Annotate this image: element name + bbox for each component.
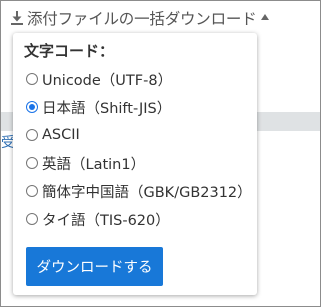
download-button[interactable]: ダウンロードする xyxy=(26,247,163,286)
option-label: 簡体字中国語（GBK/GB2312） xyxy=(42,184,252,201)
option-label: Unicode（UTF-8） xyxy=(42,72,173,89)
option-label: ASCII xyxy=(42,127,80,143)
encoding-options: Unicode（UTF-8） 日本語（Shift-JIS） ASCII 英語（L… xyxy=(26,65,252,233)
popup-title: 文字コード： xyxy=(24,42,115,60)
toolbar: 添付ファイルの一括ダウンロード xyxy=(1,1,320,34)
radio-button[interactable] xyxy=(26,185,38,197)
option-thai-tis620[interactable]: タイ語（TIS-620） xyxy=(26,205,252,233)
option-label: タイ語（TIS-620） xyxy=(42,212,170,229)
option-unicode-utf8[interactable]: Unicode（UTF-8） xyxy=(26,65,252,93)
option-label: 英語（Latin1） xyxy=(42,156,146,173)
option-simplified-chinese-gbk[interactable]: 簡体字中国語（GBK/GB2312） xyxy=(26,177,252,205)
radio-button[interactable] xyxy=(26,157,38,169)
radio-dot xyxy=(29,104,35,110)
caret-up-icon xyxy=(260,14,269,20)
bulk-download-label: 添付ファイルの一括ダウンロード xyxy=(27,10,257,28)
radio-button[interactable] xyxy=(26,73,38,85)
option-english-latin1[interactable]: 英語（Latin1） xyxy=(26,149,252,177)
option-ascii[interactable]: ASCII xyxy=(26,121,252,149)
encoding-popup: 文字コード： Unicode（UTF-8） 日本語（Shift-JIS） ASC… xyxy=(13,33,257,295)
radio-button-selected[interactable] xyxy=(26,101,38,113)
radio-button[interactable] xyxy=(26,213,38,225)
download-icon xyxy=(10,10,24,26)
radio-button[interactable] xyxy=(26,129,38,141)
option-japanese-shift-jis[interactable]: 日本語（Shift-JIS） xyxy=(26,93,252,121)
bulk-download-link[interactable]: 添付ファイルの一括ダウンロード xyxy=(10,6,269,30)
option-label: 日本語（Shift-JIS） xyxy=(42,100,172,117)
